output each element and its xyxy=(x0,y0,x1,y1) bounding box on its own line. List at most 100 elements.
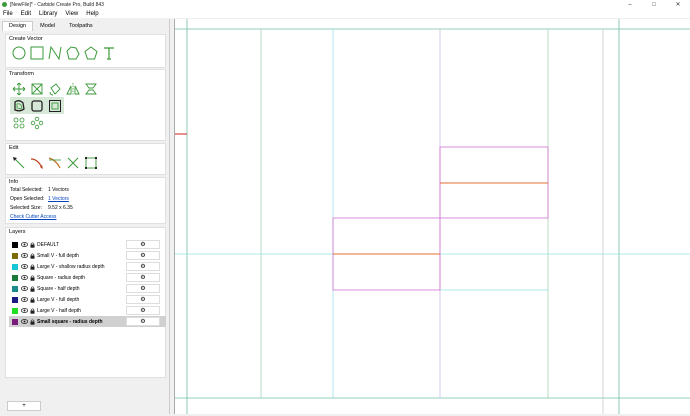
add-layer-button[interactable]: + xyxy=(7,401,41,411)
layer-settings-button[interactable]: ⚙ xyxy=(126,262,160,271)
rounded-polygon-icon[interactable] xyxy=(64,44,82,61)
minimize-button[interactable]: – xyxy=(618,0,642,9)
gear-icon: ⚙ xyxy=(140,286,146,292)
lock-icon[interactable] xyxy=(29,297,36,303)
pentagon-icon[interactable] xyxy=(82,44,100,61)
check-cutter-access-link[interactable]: Check Cutter Access xyxy=(10,213,56,222)
menu-help[interactable]: Help xyxy=(86,11,98,17)
edit-section: Edit xyxy=(5,143,166,175)
tab-design[interactable]: Design xyxy=(2,21,34,31)
layer-settings-button[interactable]: ⚙ xyxy=(126,295,160,304)
gear-icon: ⚙ xyxy=(140,297,146,303)
menu-library[interactable]: Library xyxy=(39,11,57,17)
layer-color-swatch[interactable] xyxy=(12,296,18,303)
layer-color-swatch[interactable] xyxy=(12,318,18,325)
info-section: Info Total Selected: 1 Vectors Open Sele… xyxy=(5,177,166,224)
layer-row[interactable]: Large V - shallow radius depth ⚙ xyxy=(9,261,166,272)
window-title: [NewFile]* - Carbide Create Pro, Build 8… xyxy=(10,1,104,8)
open-selected-link[interactable]: 1 Vectors xyxy=(48,195,69,204)
create-vector-section: Create Vector xyxy=(5,34,166,68)
layer-row[interactable]: Large V - half depth ⚙ xyxy=(9,305,166,316)
tab-toolpaths[interactable]: Toolpaths xyxy=(62,21,100,31)
gear-icon: ⚙ xyxy=(140,319,146,325)
lock-icon[interactable] xyxy=(29,253,36,259)
circle-icon[interactable] xyxy=(10,44,28,61)
array-icon[interactable] xyxy=(10,114,28,131)
align-icon[interactable] xyxy=(82,80,100,97)
menu-edit[interactable]: Edit xyxy=(21,11,31,17)
canvas-drawing xyxy=(175,19,690,414)
scale-icon[interactable] xyxy=(28,80,46,97)
layer-color-swatch[interactable] xyxy=(12,263,18,270)
lock-icon[interactable] xyxy=(29,308,36,314)
lock-icon[interactable] xyxy=(29,319,36,325)
layer-color-swatch[interactable] xyxy=(12,252,18,259)
eye-icon[interactable] xyxy=(21,286,28,292)
eye-icon[interactable] xyxy=(21,308,28,314)
move-icon[interactable] xyxy=(10,80,28,97)
layer-color-swatch[interactable] xyxy=(12,241,18,248)
eye-icon[interactable] xyxy=(21,297,28,303)
maximize-button[interactable]: □ xyxy=(642,0,666,9)
eye-icon[interactable] xyxy=(21,253,28,259)
cut-icon[interactable] xyxy=(64,154,82,171)
layer-settings-button[interactable]: ⚙ xyxy=(126,284,160,293)
layer-color-swatch[interactable] xyxy=(12,274,18,281)
menu-file[interactable]: File xyxy=(3,11,13,17)
title-bar: [NewFile]* - Carbide Create Pro, Build 8… xyxy=(0,0,690,9)
gear-icon: ⚙ xyxy=(140,275,146,281)
total-selected-value: 1 Vectors xyxy=(48,187,69,193)
transform-heading: Transform xyxy=(9,71,34,77)
open-selected-label: Open Selected: xyxy=(10,196,45,202)
lock-icon[interactable] xyxy=(29,275,36,281)
edit-heading: Edit xyxy=(9,145,19,151)
layer-row[interactable]: Square - half depth ⚙ xyxy=(9,283,166,294)
boolean-icon[interactable] xyxy=(28,97,46,114)
layer-row[interactable]: Large V - full depth ⚙ xyxy=(9,294,166,305)
mirror-icon[interactable] xyxy=(64,80,82,97)
open-selected-row: Open Selected: 1 Vectors xyxy=(6,195,165,204)
join-icon[interactable] xyxy=(82,154,100,171)
layer-color-swatch[interactable] xyxy=(12,307,18,314)
layers-list: DEFAULT ⚙ Small V - full depth ⚙ Large V - s… xyxy=(9,239,166,327)
layer-color-swatch[interactable] xyxy=(12,285,18,292)
layer-row[interactable]: DEFAULT ⚙ xyxy=(9,239,166,250)
layer-settings-button[interactable]: ⚙ xyxy=(126,306,160,315)
app-icon xyxy=(2,2,7,7)
layer-row[interactable]: Small square - radius depth ⚙ xyxy=(9,316,166,327)
layers-section: Layers DEFAULT ⚙ Small V - full depth ⚙ Larg… xyxy=(5,227,166,378)
gear-icon: ⚙ xyxy=(140,264,146,270)
lock-icon[interactable] xyxy=(29,264,36,270)
eye-icon[interactable] xyxy=(21,264,28,270)
node-edit-icon[interactable] xyxy=(10,154,28,171)
eye-icon[interactable] xyxy=(21,242,28,248)
trim-icon[interactable] xyxy=(46,154,64,171)
lock-icon[interactable] xyxy=(29,286,36,292)
group-icon[interactable] xyxy=(46,97,64,114)
fillet-icon[interactable] xyxy=(28,154,46,171)
close-button[interactable]: ✕ xyxy=(666,0,690,9)
text-icon[interactable] xyxy=(100,44,118,61)
layer-settings-button[interactable]: ⚙ xyxy=(126,240,160,249)
lock-icon[interactable] xyxy=(29,242,36,248)
gear-icon: ⚙ xyxy=(140,242,146,248)
rotate-icon[interactable] xyxy=(46,80,64,97)
offset-icon[interactable] xyxy=(10,97,28,114)
gear-icon: ⚙ xyxy=(140,308,146,314)
tab-model[interactable]: Model xyxy=(33,21,62,31)
layer-settings-button[interactable]: ⚙ xyxy=(126,251,160,260)
design-canvas[interactable] xyxy=(174,19,690,414)
circular-array-icon[interactable] xyxy=(28,114,46,131)
eye-icon[interactable] xyxy=(21,275,28,281)
rectangle-icon[interactable] xyxy=(28,44,46,61)
layer-row[interactable]: Small V - full depth ⚙ xyxy=(9,250,166,261)
create-vector-heading: Create Vector xyxy=(9,36,43,42)
panel-tabs: Design Model Toolpaths xyxy=(0,19,169,31)
menu-view[interactable]: View xyxy=(65,11,78,17)
layer-settings-button[interactable]: ⚙ xyxy=(126,273,160,282)
layer-row[interactable]: Square - radius depth ⚙ xyxy=(9,272,166,283)
eye-icon[interactable] xyxy=(21,319,28,325)
polyline-icon[interactable] xyxy=(46,44,64,61)
gear-icon: ⚙ xyxy=(140,253,146,259)
layer-settings-button[interactable]: ⚙ xyxy=(126,317,160,326)
